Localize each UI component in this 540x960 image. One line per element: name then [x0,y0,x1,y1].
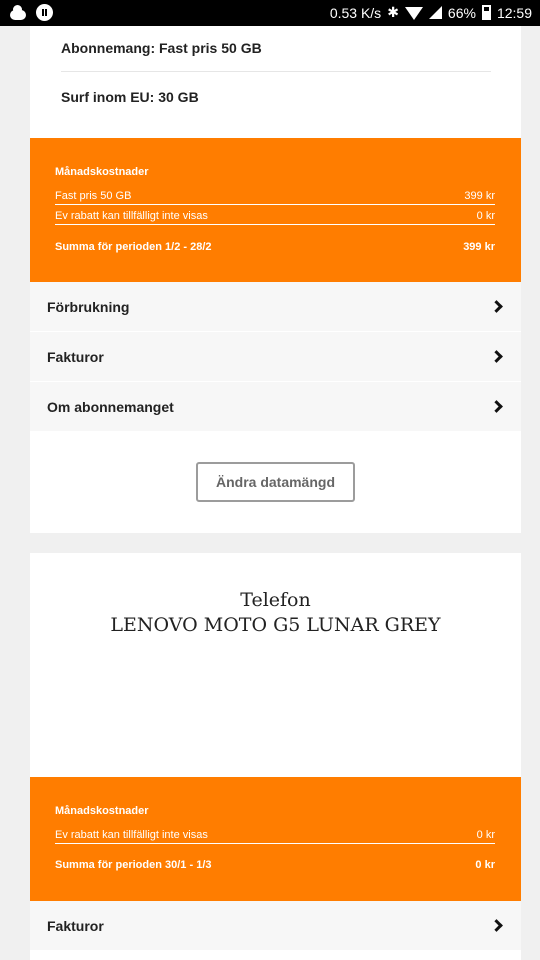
pause-icon [36,4,53,21]
signal-icon [428,6,442,19]
monthly-costs-title: Månadskostnader [55,166,149,178]
cost-total-amount: 399 kr [463,241,495,253]
cost-total-label: Summa för perioden 30/1 - 1/3 [55,859,212,871]
nav-item-about-subscription[interactable]: Om abonnemanget [30,382,521,431]
nav-item-usage[interactable]: Förbrukning [30,282,521,331]
cost-line-amount: 399 kr [464,190,495,202]
nav-item-label: Förbrukning [47,298,130,315]
cost-line-amount: 0 kr [476,829,495,841]
chevron-right-icon [490,919,503,932]
chevron-right-icon [490,300,503,313]
status-bar-right: 0.53 K/s ✱ 66% 12:59 [330,4,532,21]
nav-item-label: Om abonnemanget [47,398,174,415]
divider [61,71,491,72]
phone-heading: Telefon [240,589,311,611]
nav-item-invoices[interactable]: Fakturor [30,332,521,381]
phone-model: LENOVO MOTO G5 LUNAR GREY [110,614,441,636]
status-bar: 0.53 K/s ✱ 66% 12:59 [0,0,540,26]
change-data-amount-button[interactable]: Ändra datamängd [196,462,355,502]
cost-total: Summa för perioden 1/2 - 28/2 399 kr [55,241,495,253]
phone-card: Telefon LENOVO MOTO G5 LUNAR GREY Månads… [30,553,521,960]
cost-line-label: Ev rabatt kan tillfälligt inte visas [55,210,208,222]
eu-data-label: Surf inom EU: 30 GB [61,89,199,105]
chevron-right-icon [490,350,503,363]
cost-total: Summa för perioden 30/1 - 1/3 0 kr [55,859,495,871]
cloud-icon [10,4,26,20]
battery-icon [481,5,491,20]
cost-total-label: Summa för perioden 1/2 - 28/2 [55,241,212,253]
plan-label: Abonnemang: Fast pris 50 GB [61,40,262,56]
bluetooth-icon: ✱ [387,4,399,20]
cost-line-amount: 0 kr [476,210,495,222]
nav-item-label: Fakturor [47,917,104,934]
status-bar-left [10,4,53,21]
network-speed: 0.53 K/s [329,4,382,21]
chevron-right-icon [490,400,503,413]
cost-line: Ev rabatt kan tillfälligt inte visas 0 k… [55,829,495,844]
cost-line-label: Fast pris 50 GB [55,190,132,202]
clock: 12:59 [496,4,532,21]
cost-line-label: Ev rabatt kan tillfälligt inte visas [55,829,208,841]
cost-line: Fast pris 50 GB 399 kr [55,190,495,205]
monthly-costs-title: Månadskostnader [55,805,149,817]
nav-item-invoices[interactable]: Fakturor [30,901,521,950]
subscription-card: Abonnemang: Fast pris 50 GB Surf inom EU… [30,26,521,533]
wifi-icon [404,7,423,20]
monthly-costs-block: Månadskostnader Ev rabatt kan tillfällig… [30,777,521,901]
battery-percent: 66% [447,4,476,21]
cost-total-amount: 0 kr [475,859,495,871]
nav-item-label: Fakturor [47,348,104,365]
monthly-costs-block: Månadskostnader Fast pris 50 GB 399 kr E… [30,138,521,282]
cost-line: Ev rabatt kan tillfälligt inte visas 0 k… [55,210,495,225]
